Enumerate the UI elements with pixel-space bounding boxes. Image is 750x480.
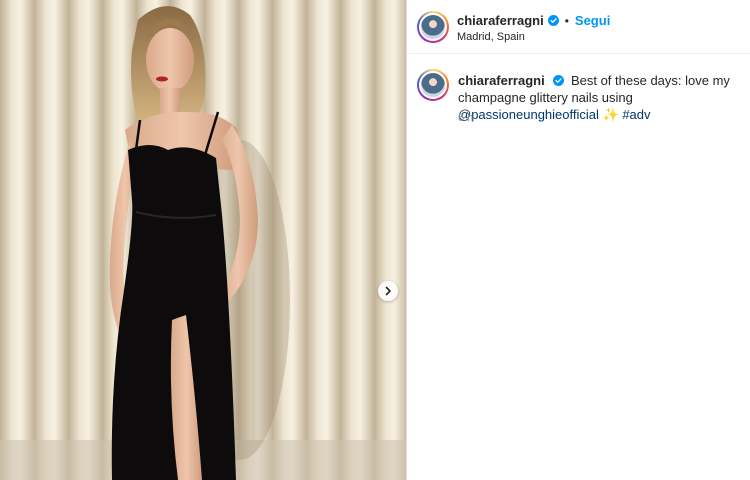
verified-badge-icon [553, 75, 565, 86]
author-line: chiaraferragni • Segui [457, 13, 610, 28]
post-location[interactable]: Madrid, Spain [457, 31, 525, 43]
caption-username[interactable]: chiaraferragni [458, 73, 545, 88]
post-sidebar: chiaraferragni • Segui Madrid, Spain chi… [406, 0, 750, 480]
author-username[interactable]: chiaraferragni [457, 13, 544, 28]
caption-avatar[interactable] [417, 69, 449, 101]
caption-hashtag-link[interactable]: #adv [622, 107, 650, 122]
post-header: chiaraferragni • Segui Madrid, Spain [407, 0, 750, 54]
chevron-right-icon [385, 286, 391, 296]
separator-dot: • [564, 13, 569, 28]
author-avatar[interactable] [417, 11, 449, 43]
post-timestamp[interactable]: 6 h [458, 112, 473, 124]
verified-badge-icon [547, 15, 559, 26]
avatar-image [419, 13, 447, 41]
post-caption: chiaraferragni Best of these days: love … [458, 72, 748, 123]
sparkle-emoji: ✨ [602, 107, 619, 122]
next-photo-button[interactable] [378, 281, 398, 301]
avatar-image [419, 71, 447, 99]
photo-image [0, 0, 406, 480]
post-photo[interactable] [0, 0, 406, 480]
caption-mention-link[interactable]: @passioneunghieofficial [458, 107, 599, 122]
follow-button[interactable]: Segui [575, 13, 610, 28]
